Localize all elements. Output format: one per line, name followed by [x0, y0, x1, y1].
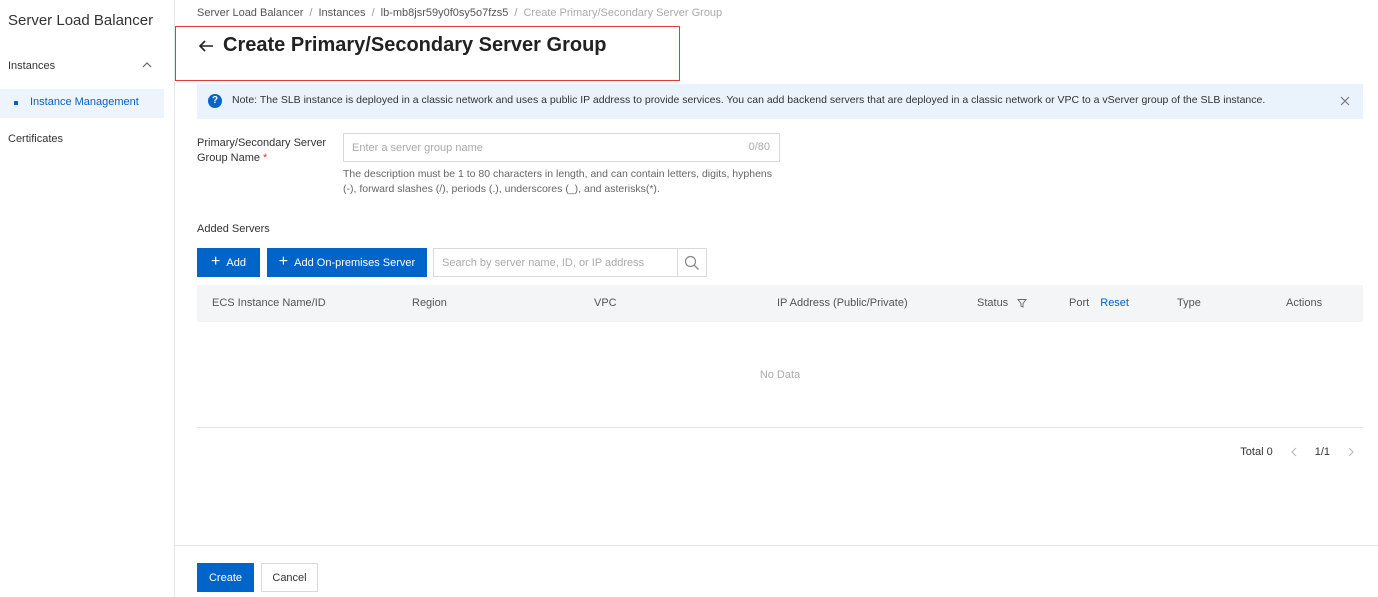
add-server-button[interactable]: + Add — [197, 248, 260, 277]
port-reset-link[interactable]: Reset — [1100, 297, 1129, 309]
added-servers-title: Added Servers — [197, 223, 270, 235]
pagination: Total 0 1/1 — [1240, 446, 1356, 458]
column-header-port-label: Port — [1069, 297, 1090, 309]
sidebar-item-label: Instance Management — [30, 96, 139, 108]
sidebar-group-instances[interactable]: Instances — [0, 56, 164, 78]
group-name-field: 0/80 — [343, 133, 780, 162]
column-header-actions: Actions — [1286, 297, 1323, 309]
column-header-name: ECS Instance Name/ID — [212, 297, 326, 309]
pagination-total: Total 0 — [1240, 446, 1273, 458]
main-content: Server Load Balancer / Instances / lb-mb8jsr… — [175, 0, 1378, 597]
servers-table-body: No Data — [197, 322, 1363, 428]
add-server-label: Add — [226, 256, 246, 269]
add-onprem-server-label: Add On-premises Server — [294, 256, 416, 269]
add-onprem-server-button[interactable]: + Add On-premises Server — [267, 248, 427, 277]
search-button[interactable] — [677, 249, 706, 276]
chevron-left-icon[interactable] — [1289, 446, 1299, 458]
breadcrumb-separator: / — [514, 7, 518, 19]
required-mark: * — [263, 152, 268, 164]
column-header-ip: IP Address (Public/Private) — [777, 297, 908, 309]
breadcrumb: Server Load Balancer / Instances / lb-mb8jsr… — [197, 7, 722, 19]
breadcrumb-current: Create Primary/Secondary Server Group — [523, 7, 723, 19]
pagination-page: 1/1 — [1314, 446, 1330, 458]
sidebar-item-instance-management[interactable]: Instance Management — [0, 89, 164, 118]
sidebar-item-certificates[interactable]: Certificates — [8, 133, 63, 145]
empty-state-text: No Data — [759, 369, 801, 381]
column-header-status-label: Status — [977, 297, 1009, 309]
sidebar-group-label: Instances — [8, 60, 56, 72]
breadcrumb-item-slb[interactable]: Server Load Balancer — [197, 7, 303, 19]
search-icon — [684, 255, 699, 270]
breadcrumb-separator: / — [371, 7, 375, 19]
group-name-hint: The description must be 1 to 80 characte… — [343, 168, 772, 195]
group-name-label: Primary/Secondary Server Group Name * — [197, 136, 337, 166]
help-icon: ? — [208, 94, 222, 108]
column-header-status: Status — [977, 297, 1028, 309]
cancel-button[interactable]: Cancel — [261, 563, 318, 592]
char-count: 0/80 — [748, 141, 770, 153]
breadcrumb-separator: / — [309, 7, 313, 19]
footer-divider — [175, 545, 1378, 546]
notice-text: Note: The SLB instance is deployed in a … — [232, 94, 1266, 106]
close-icon[interactable] — [1339, 95, 1351, 107]
plus-icon: + — [278, 252, 289, 270]
app: Server Load Balancer Instances Instance … — [0, 0, 1378, 597]
product-title: Server Load Balancer — [8, 12, 154, 29]
bullet-icon — [14, 101, 18, 105]
server-search-input[interactable] — [434, 249, 678, 276]
sidebar: Server Load Balancer Instances Instance … — [0, 0, 175, 597]
create-button[interactable]: Create — [197, 563, 254, 592]
column-header-port: Port Reset — [1069, 297, 1129, 309]
server-search — [433, 248, 707, 277]
page-title: Create Primary/Secondary Server Group — [223, 34, 607, 56]
column-header-type: Type — [1177, 297, 1201, 309]
page-header: Create Primary/Secondary Server Group — [197, 34, 607, 57]
group-name-label-text: Primary/Secondary Server Group Name — [197, 137, 326, 164]
breadcrumb-item-instance-id[interactable]: lb-mb8jsr59y0f0sy5o7fzs5 — [381, 7, 509, 19]
back-arrow-icon[interactable] — [197, 37, 215, 55]
chevron-right-icon[interactable] — [1346, 446, 1356, 458]
servers-table-header: ECS Instance Name/ID Region VPC IP Addre… — [197, 285, 1363, 322]
filter-icon[interactable] — [1017, 298, 1028, 308]
chevron-up-icon — [142, 62, 152, 68]
column-header-vpc: VPC — [594, 297, 617, 309]
breadcrumb-item-instances[interactable]: Instances — [318, 7, 365, 19]
plus-icon: + — [211, 252, 221, 270]
column-header-region: Region — [412, 297, 447, 309]
notice-banner: ? Note: The SLB instance is deployed in … — [197, 84, 1363, 119]
group-name-input[interactable] — [344, 134, 724, 161]
